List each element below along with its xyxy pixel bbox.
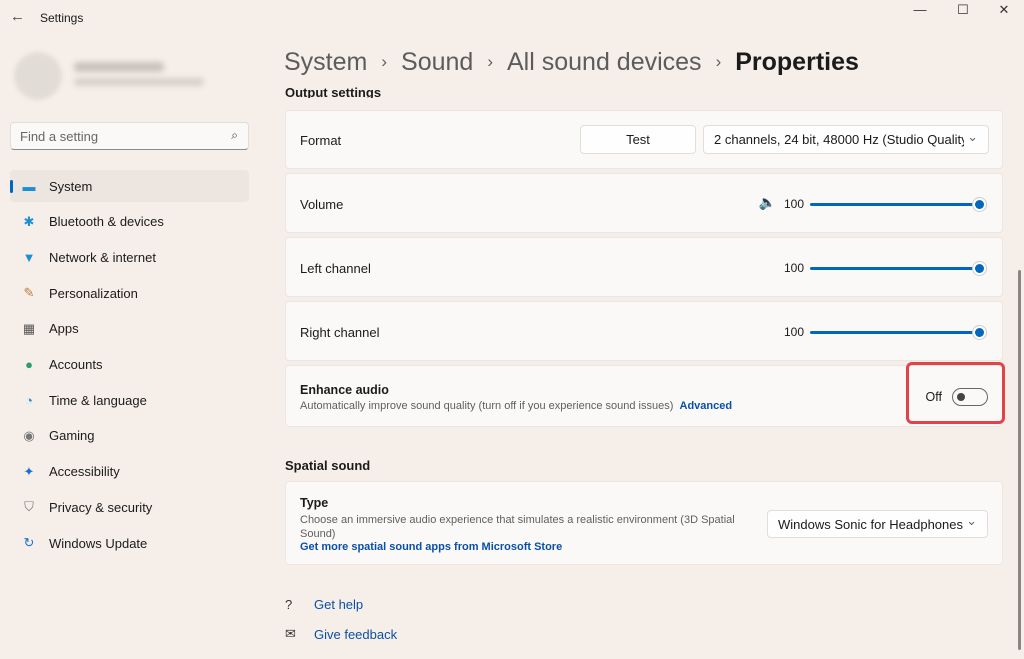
output-settings-heading: Output settings <box>285 86 381 98</box>
breadcrumb-separator: › <box>487 52 493 71</box>
sidebar-item-accessibility[interactable]: ✦ Accessibility <box>10 456 249 488</box>
sidebar-item-personalization[interactable]: ✎ Personalization <box>10 277 249 309</box>
breadcrumb-separator: › <box>381 52 387 71</box>
sidebar-item-apps[interactable]: ▦ Apps <box>10 313 249 345</box>
chevron-down-icon: ⌄ <box>967 129 978 145</box>
avatar[interactable] <box>14 52 62 100</box>
sidebar-item-label: Accessibility <box>49 464 120 479</box>
spatial-sound-heading: Spatial sound <box>285 458 370 473</box>
search-icon: ⌕ <box>231 128 238 143</box>
sidebar-item-label: Personalization <box>49 286 138 301</box>
page-title: Properties <box>735 48 859 76</box>
close-button[interactable]: ✕ <box>984 2 1024 22</box>
enhance-audio-card: Enhance audio Automatically improve soun… <box>285 365 1003 427</box>
sidebar-icon: ▦ <box>20 321 38 337</box>
sidebar-item-label: System <box>49 179 92 194</box>
sidebar-icon: ⛉ <box>20 499 38 515</box>
volume-value: 100 <box>784 197 804 211</box>
sidebar-item-label: Accounts <box>49 357 102 372</box>
sidebar-icon: ▼ <box>20 250 38 265</box>
breadcrumb-all-sound-devices[interactable]: All sound devices <box>507 48 702 76</box>
left-channel-label: Left channel <box>300 261 371 276</box>
sidebar-item-system[interactable]: ▬ System <box>10 170 249 202</box>
right-channel-label: Right channel <box>300 325 380 340</box>
spatial-sound-dropdown[interactable]: Windows Sonic for Headphones⌄ <box>767 510 988 538</box>
spatial-sound-value: Windows Sonic for Headphones <box>778 517 963 532</box>
format-value: 2 channels, 24 bit, 48000 Hz (Studio Qua… <box>714 132 964 147</box>
sidebar-item-accounts[interactable]: ● Accounts <box>10 349 249 381</box>
get-help-link[interactable]: ?Get help <box>285 597 363 612</box>
sidebar-item-label: Windows Update <box>49 536 147 551</box>
sidebar-item-gaming[interactable]: ◉ Gaming <box>10 420 249 452</box>
scrollbar[interactable] <box>1018 270 1021 650</box>
right-channel-value: 100 <box>784 325 804 339</box>
sidebar-item-privacy-security[interactable]: ⛉ Privacy & security <box>10 491 249 523</box>
window-title: Settings <box>40 11 83 25</box>
sidebar-item-windows-update[interactable]: ↻ Windows Update <box>10 527 249 559</box>
test-button[interactable]: Test <box>580 125 696 154</box>
format-dropdown[interactable]: 2 channels, 24 bit, 48000 Hz (Studio Qua… <box>703 125 989 154</box>
sidebar-icon: ✎ <box>20 285 38 301</box>
sidebar-item-label: Gaming <box>49 428 95 443</box>
chevron-down-icon: ⌄ <box>966 513 977 529</box>
right-channel-card: Right channel 100 <box>285 301 1003 361</box>
sidebar-item-label: Privacy & security <box>49 500 152 515</box>
speaker-icon[interactable]: 🔈 <box>759 194 776 211</box>
microsoft-store-link[interactable]: Get more spatial sound apps from Microso… <box>300 541 562 553</box>
sidebar-icon: ◔ <box>20 393 38 408</box>
account-name-blurred <box>74 62 164 72</box>
sidebar-icon: ✦ <box>20 464 38 480</box>
sidebar-item-label: Apps <box>49 321 79 336</box>
sidebar-item-label: Network & internet <box>49 250 156 265</box>
sidebar-item-label: Time & language <box>49 393 147 408</box>
type-label: Type <box>300 496 328 510</box>
type-description: Choose an immersive audio experience tha… <box>300 513 770 541</box>
minimize-button[interactable]: — <box>900 2 940 22</box>
volume-label: Volume <box>300 197 343 212</box>
sidebar-item-label: Bluetooth & devices <box>49 214 164 229</box>
breadcrumb-system[interactable]: System <box>284 48 367 76</box>
sidebar-icon: ● <box>20 357 38 372</box>
sidebar-item-time-language[interactable]: ◔ Time & language <box>10 384 249 416</box>
enhance-audio-description: Automatically improve sound quality (tur… <box>300 400 673 412</box>
breadcrumb-separator: › <box>716 52 722 71</box>
feedback-icon: ✉ <box>285 626 314 642</box>
left-channel-value: 100 <box>784 261 804 275</box>
give-feedback-link[interactable]: ✉Give feedback <box>285 626 397 642</box>
format-card: Format Test 2 channels, 24 bit, 48000 Hz… <box>285 110 1003 169</box>
spatial-type-card: Type Choose an immersive audio experienc… <box>285 481 1003 565</box>
search-input[interactable]: Find a setting ⌕ <box>10 122 249 150</box>
maximize-button[interactable]: ☐ <box>943 2 983 22</box>
volume-slider[interactable] <box>810 203 980 206</box>
search-placeholder: Find a setting <box>20 129 98 144</box>
sidebar-icon: ✱ <box>20 214 38 230</box>
left-channel-card: Left channel 100 <box>285 237 1003 297</box>
volume-card: Volume 🔈 100 <box>285 173 1003 233</box>
enhance-audio-label: Enhance audio <box>300 383 389 397</box>
help-icon: ? <box>285 597 314 612</box>
breadcrumb-sound[interactable]: Sound <box>401 48 473 76</box>
left-channel-slider[interactable] <box>810 267 980 270</box>
sidebar-icon: ◉ <box>20 428 38 444</box>
give-feedback-label: Give feedback <box>314 627 397 642</box>
back-button[interactable]: ← <box>10 8 25 25</box>
right-channel-slider[interactable] <box>810 331 980 334</box>
breadcrumb: System › Sound › All sound devices › Propertie… <box>284 48 859 77</box>
sidebar-icon: ↻ <box>20 535 38 551</box>
format-label: Format <box>300 133 341 148</box>
advanced-link[interactable]: Advanced <box>680 400 733 412</box>
account-email-blurred <box>74 78 204 86</box>
get-help-label: Get help <box>314 597 363 612</box>
sidebar-icon: ▬ <box>20 179 38 194</box>
sidebar-item-network-internet[interactable]: ▼ Network & internet <box>10 241 249 273</box>
highlight-annotation <box>906 362 1005 424</box>
sidebar-item-bluetooth-devices[interactable]: ✱ Bluetooth & devices <box>10 206 249 238</box>
